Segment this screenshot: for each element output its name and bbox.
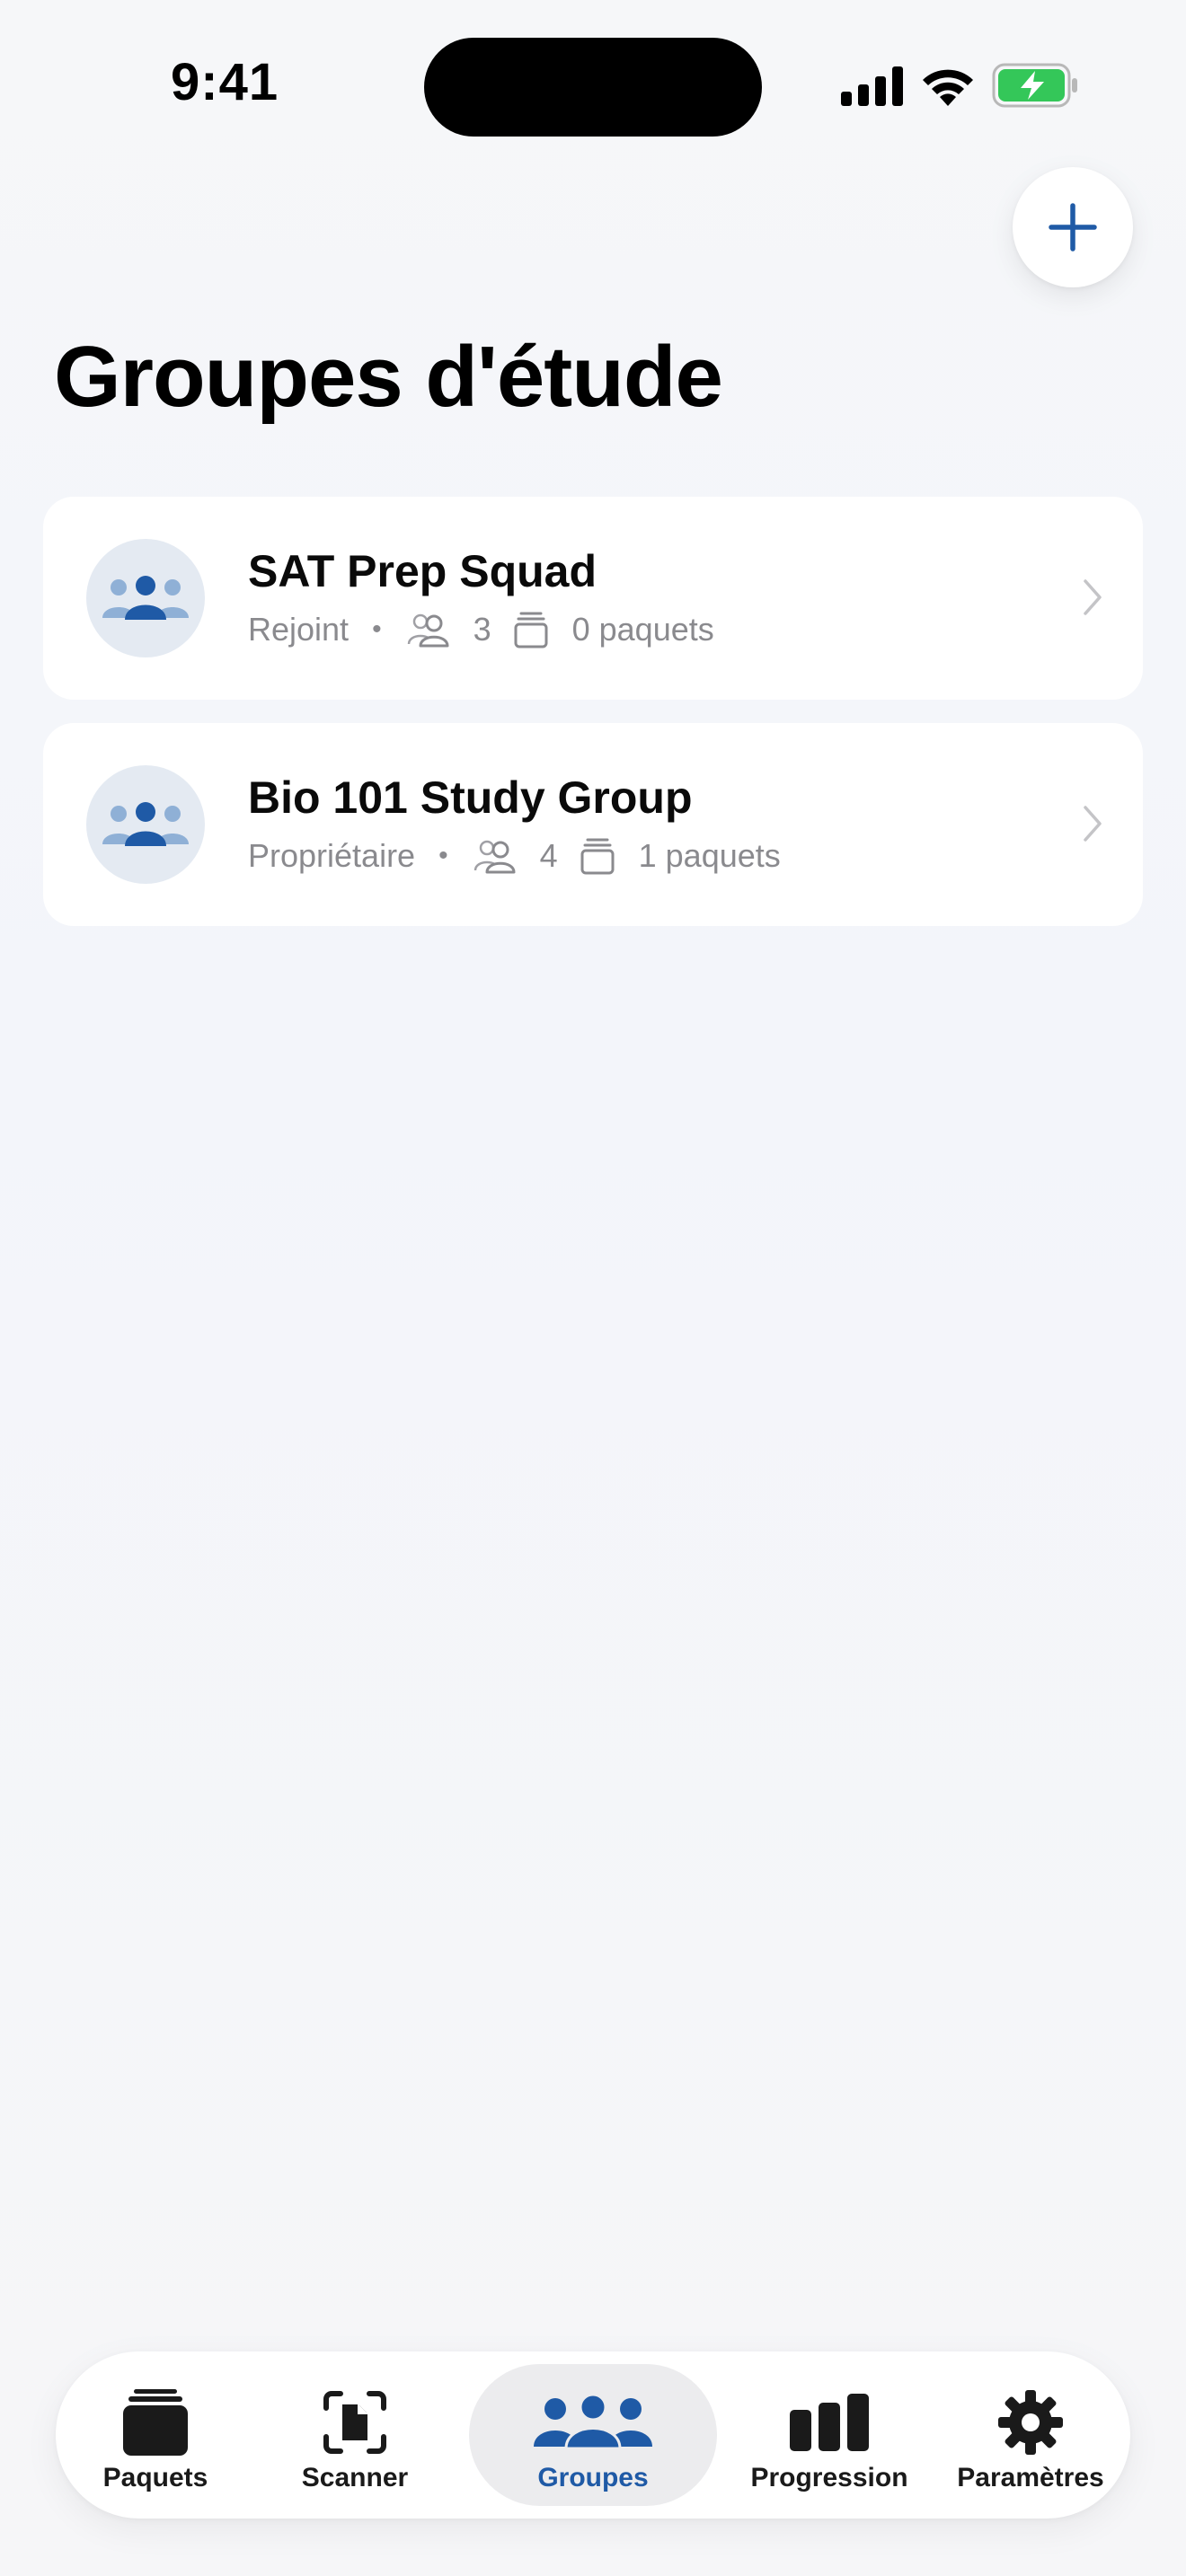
groups-icon	[534, 2387, 652, 2457]
members-icon	[474, 840, 516, 874]
deck-icon	[514, 612, 548, 648]
plus-icon	[1049, 203, 1097, 251]
chevron-right-icon	[1084, 579, 1102, 615]
bar-chart-icon	[790, 2387, 869, 2457]
group-card-bio-101-study-group[interactable]: Bio 101 Study Group Propriétaire • 4 1 p…	[43, 723, 1143, 926]
group-role: Propriétaire	[248, 837, 416, 874]
tab-label: Paquets	[102, 2463, 208, 2492]
deck-icon	[580, 838, 615, 875]
cellular-signal-icon	[841, 66, 903, 106]
people-icon	[102, 576, 189, 620]
dynamic-island	[424, 38, 762, 137]
wifi-icon	[923, 69, 973, 106]
scan-icon	[323, 2387, 387, 2457]
group-avatar	[86, 539, 205, 657]
group-card-sat-prep-squad[interactable]: SAT Prep Squad Rejoint • 3 0 paquets	[43, 497, 1143, 700]
page-title: Groupes d'étude	[54, 329, 723, 425]
tab-scanner[interactable]: Scanner	[255, 2364, 455, 2506]
add-group-button[interactable]	[1013, 167, 1133, 287]
group-avatar	[86, 765, 205, 884]
chevron-right-icon	[1084, 806, 1102, 842]
status-bar: 9:41	[0, 0, 1186, 171]
tab-progression[interactable]: Progression	[730, 2364, 929, 2506]
group-name: SAT Prep Squad	[248, 546, 597, 596]
status-time: 9:41	[171, 53, 279, 111]
member-count: 4	[539, 837, 558, 874]
separator-dot: •	[438, 841, 448, 870]
battery-charging-icon	[992, 63, 1077, 108]
group-meta: Propriétaire • 4 1 paquets	[248, 834, 781, 878]
tab-label: Groupes	[537, 2463, 649, 2492]
gear-icon	[996, 2387, 1065, 2457]
tab-bar: Paquets Scanner Groupes Progression Para…	[56, 2351, 1130, 2519]
deck-count: 1 paquets	[638, 837, 781, 874]
people-icon	[102, 802, 189, 846]
member-count: 3	[473, 611, 491, 648]
tab-label: Paramètres	[957, 2463, 1104, 2492]
tab-label: Scanner	[301, 2463, 409, 2492]
group-role: Rejoint	[248, 611, 350, 648]
tab-label: Progression	[750, 2463, 908, 2492]
group-meta: Rejoint • 3 0 paquets	[248, 608, 714, 651]
tab-parametres[interactable]: Paramètres	[931, 2364, 1130, 2506]
group-name: Bio 101 Study Group	[248, 772, 693, 823]
decks-icon	[121, 2387, 190, 2457]
tab-paquets[interactable]: Paquets	[56, 2364, 255, 2506]
deck-count: 0 paquets	[571, 611, 714, 648]
separator-dot: •	[372, 614, 382, 644]
members-icon	[407, 613, 449, 648]
tab-groupes[interactable]: Groupes	[469, 2364, 717, 2506]
